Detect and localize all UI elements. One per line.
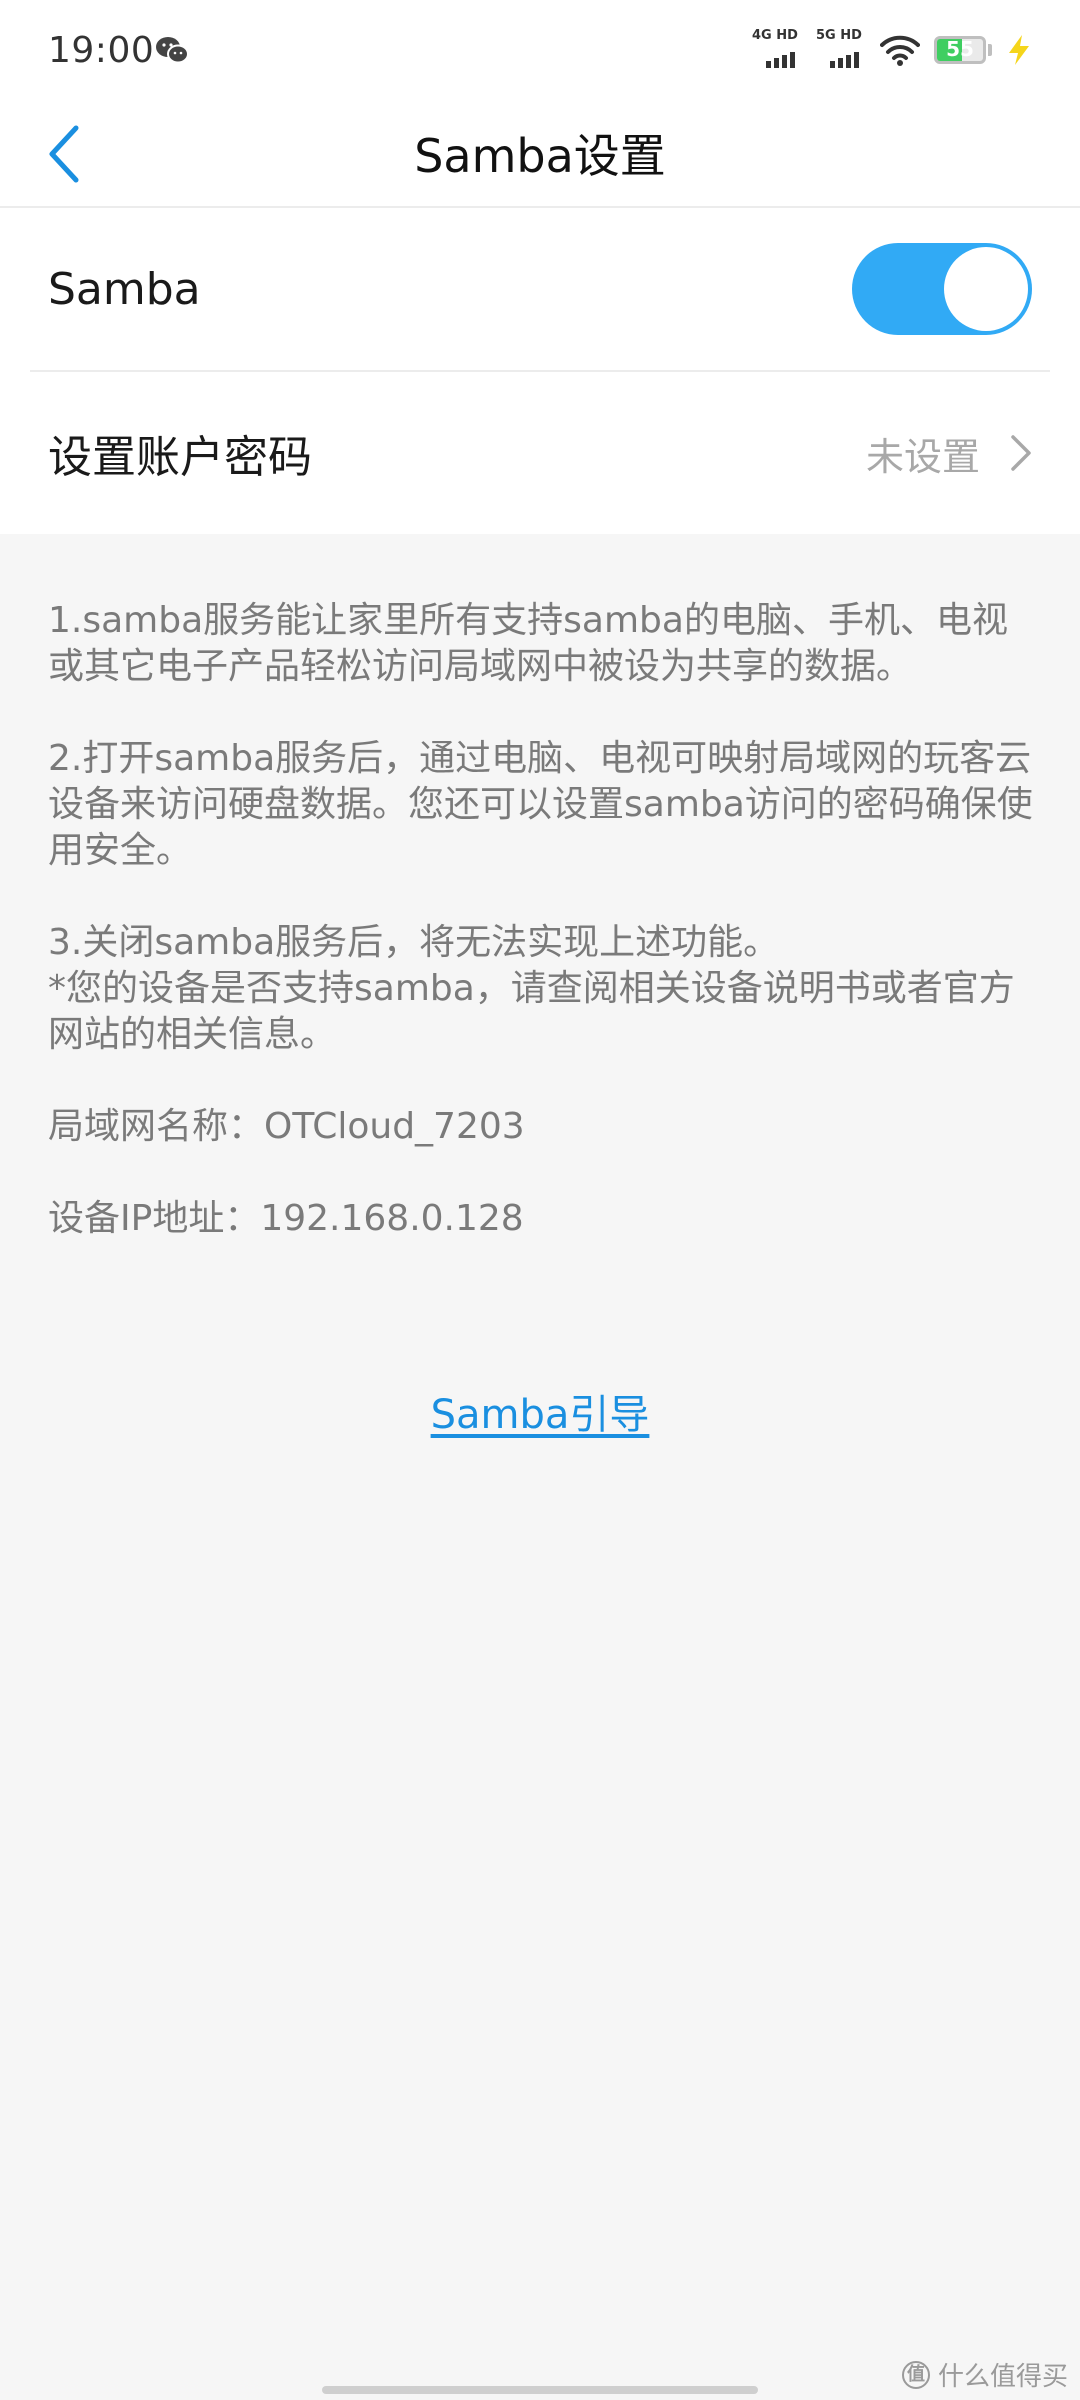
watermark-text: 什么值得买 <box>937 2362 1068 2392</box>
device-ip: 设备IP地址：192.168.0.128 <box>48 1198 524 1239</box>
set-password-row[interactable]: 设置账户密码 未设置 <box>0 372 1080 534</box>
info-paragraph-2: 2.打开samba服务后，通过电脑、电视可映射局域网的玩客云设备来访问硬盘数据。… <box>48 738 1033 871</box>
signal-4g-label: 4G HD <box>752 28 798 43</box>
info-paragraph-3: 3.关闭samba服务后，将无法实现上述功能。 <box>48 922 780 963</box>
chevron-right-icon <box>1011 435 1031 471</box>
password-status: 未设置 <box>865 434 980 479</box>
nav-bar: Samba设置 <box>0 100 1080 208</box>
samba-label: Samba <box>48 263 201 315</box>
page-title: Samba设置 <box>414 129 666 183</box>
info-paragraph-1: 1.samba服务能让家里所有支持samba的电脑、手机、电视或其它电子产品轻松… <box>48 600 1008 687</box>
battery-icon: 55 <box>934 36 986 64</box>
watermark: 值 什么值得买 <box>901 2356 1068 2393</box>
set-password-label: 设置账户密码 <box>48 432 312 483</box>
signal-5g-icon: 5G HD <box>816 28 866 72</box>
samba-toggle[interactable] <box>852 243 1032 335</box>
status-bar: 19:00 4G HD 5G HD 55 <box>0 0 1080 100</box>
status-icons: 4G HD 5G HD 55 <box>752 28 1032 72</box>
wechat-icon <box>156 37 189 64</box>
watermark-logo-icon: 值 <box>901 2360 930 2389</box>
toggle-knob <box>944 247 1028 331</box>
charging-icon <box>1009 35 1029 65</box>
samba-guide-link[interactable]: Samba引导 <box>431 1392 650 1438</box>
status-time: 19:00 <box>48 30 155 71</box>
battery-level: 55 <box>946 37 974 61</box>
samba-toggle-row[interactable]: Samba <box>0 208 1080 370</box>
settings-card: Samba 设置账户密码 未设置 <box>0 208 1080 534</box>
info-paragraph-4: *您的设备是否支持samba，请查阅相关设备说明书或者官方网站的相关信息。 <box>48 968 1015 1055</box>
guide-link-container: Samba引导 <box>0 1382 1080 1440</box>
home-indicator[interactable] <box>322 2386 758 2394</box>
lan-name: 局域网名称：OTCloud_7203 <box>48 1106 525 1147</box>
signal-4g-icon: 4G HD <box>752 28 802 72</box>
wifi-icon <box>880 35 920 66</box>
info-section: 1.samba服务能让家里所有支持samba的电脑、手机、电视或其它电子产品轻松… <box>48 598 1038 1242</box>
signal-5g-label: 5G HD <box>816 28 862 43</box>
battery-nub <box>988 44 992 56</box>
